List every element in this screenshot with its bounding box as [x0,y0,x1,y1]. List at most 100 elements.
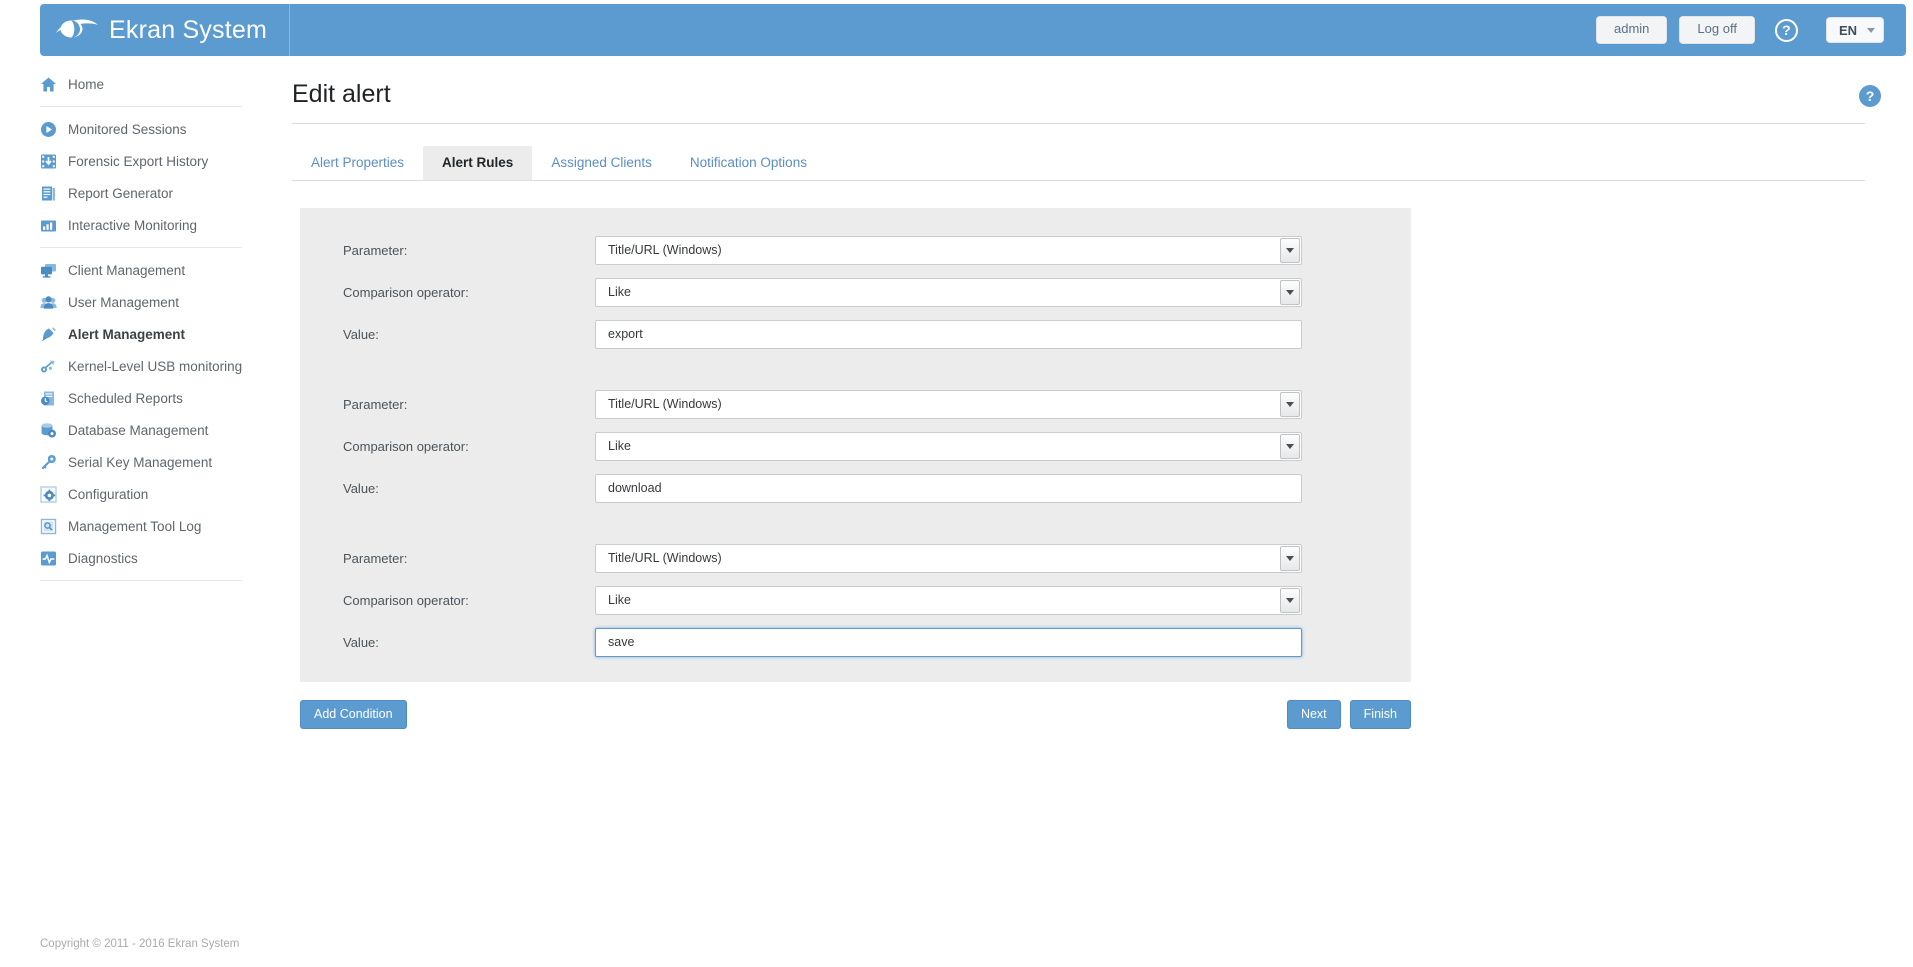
gear-icon [40,485,57,503]
page-help-icon[interactable]: ? [1859,85,1881,107]
sidebar-divider [40,247,242,248]
sidebar-item-label: Serial Key Management [68,454,213,470]
chevron-down-icon[interactable] [1280,433,1300,459]
footer-copyright: Copyright © 2011 - 2016 Ekran System [40,938,240,950]
operator-select[interactable]: Like [595,585,1302,615]
chevron-down-icon[interactable] [1280,279,1300,305]
wizard-buttons: Next Finish [1286,700,1411,729]
diagnostics-icon [41,551,56,565]
sidebar-item-label: Configuration [68,486,149,502]
tab-assigned-clients[interactable]: Assigned Clients [532,146,671,180]
chevron-down-icon[interactable] [1280,587,1300,613]
sidebar-item-label: Report Generator [68,185,174,201]
eye-icon [56,19,98,38]
key-icon [41,454,56,469]
value-input[interactable] [595,319,1302,349]
sidebar-item-label: Client Management [68,262,186,278]
sidebar-item-label: Database Management [68,422,209,438]
database-gear-icon [41,422,56,438]
value-label: Value: [343,634,379,650]
logoff-button[interactable]: Log off [1679,16,1755,44]
users-icon [40,295,57,309]
sidebar-item-forensic-export-history[interactable]: Forensic Export History [0,145,252,177]
sidebar-item-scheduled-reports[interactable]: Scheduled Reports [0,382,252,414]
alert-bell-icon [41,326,56,342]
main-content: Edit alert ? Alert Properties Alert Rule… [252,68,1913,729]
finish-button[interactable]: Finish [1349,700,1411,729]
sidebar-item-label: Diagnostics [68,550,138,566]
sidebar-item-monitored-sessions[interactable]: Monitored Sessions [0,113,252,145]
sidebar-item-client-management[interactable]: Client Management [0,254,252,286]
parameter-select[interactable]: Title/URL (Windows) [595,389,1302,419]
condition-block: Parameter: Title/URL (Windows) Compariso… [300,542,1411,658]
help-icon[interactable]: ? [1774,18,1798,42]
chevron-down-icon [1867,27,1875,33]
sidebar-item-database-management[interactable]: Database Management [0,414,252,446]
tab-bar: Alert Properties Alert Rules Assigned Cl… [292,146,1913,180]
parameter-row: Parameter: Title/URL (Windows) [300,234,1411,266]
parameter-row: Parameter: Title/URL (Windows) [300,388,1411,420]
chevron-down-icon[interactable] [1280,391,1300,417]
user-button[interactable]: admin [1595,16,1668,44]
parameter-select-value: Title/URL (Windows) [608,551,722,565]
operator-select-value: Like [608,285,631,299]
tabs-divider [292,180,1865,181]
sidebar-item-interactive-monitoring[interactable]: Interactive Monitoring [0,209,252,241]
operator-row: Comparison operator: Like [300,584,1411,616]
parameter-select[interactable]: Title/URL (Windows) [595,235,1302,265]
value-row: Value: [300,472,1411,504]
play-monitor-icon [41,121,56,137]
condition-block: Parameter: Title/URL (Windows) Compariso… [300,388,1411,504]
next-button[interactable]: Next [1286,700,1341,729]
chevron-down-icon[interactable] [1280,237,1300,263]
chevron-down-icon[interactable] [1280,545,1300,571]
sidebar-item-diagnostics[interactable]: Diagnostics [0,542,252,574]
value-label: Value: [343,326,379,342]
parameter-row: Parameter: Title/URL (Windows) [300,542,1411,574]
sidebar-item-label: Management Tool Log [68,518,202,534]
sidebar-group-monitoring: Monitored Sessions Forensic Export Histo… [0,113,252,241]
sidebar-item-home[interactable]: Home [0,68,252,100]
brand-name: Ekran System [109,15,268,44]
sidebar-divider [40,106,242,107]
operator-row: Comparison operator: Like [300,430,1411,462]
sidebar-item-label: Alert Management [68,326,186,342]
sidebar-item-kernel-level-usb-monitoring[interactable]: Kernel-Level USB monitoring [0,350,252,382]
add-condition-button[interactable]: Add Condition [300,700,407,729]
sidebar: Home Monitored Sessions Forensic Export [0,68,252,587]
condition-block: Parameter: Title/URL (Windows) Compariso… [300,234,1411,350]
operator-select[interactable]: Like [595,277,1302,307]
home-icon [41,77,56,91]
sidebar-group-primary: Home [0,68,252,100]
sidebar-item-label: User Management [68,294,180,310]
sidebar-item-report-generator[interactable]: Report Generator [0,177,252,209]
parameter-select[interactable]: Title/URL (Windows) [595,543,1302,573]
parameter-label: Parameter: [343,242,408,258]
tab-alert-properties[interactable]: Alert Properties [292,146,423,180]
value-row: Value: [300,318,1411,350]
sidebar-item-label: Kernel-Level USB monitoring [68,358,243,374]
operator-select[interactable]: Like [595,431,1302,461]
value-label: Value: [343,480,379,496]
sidebar-item-configuration[interactable]: Configuration [0,478,252,510]
sidebar-item-label: Monitored Sessions [68,121,187,137]
value-input[interactable] [595,473,1302,503]
report-icon [42,186,55,200]
operator-label: Comparison operator: [343,592,469,608]
alert-rules-panel: Parameter: Title/URL (Windows) Compariso… [300,208,1411,682]
sidebar-item-user-management[interactable]: User Management [0,286,252,318]
sidebar-item-alert-management[interactable]: Alert Management [0,318,252,350]
app-header: Ekran System admin Log off ? EN [40,4,1906,56]
monitor-icon [41,263,56,278]
parameter-label: Parameter: [343,550,408,566]
sidebar-item-label: Interactive Monitoring [68,217,198,233]
tab-alert-rules[interactable]: Alert Rules [423,146,533,180]
parameter-select-value: Title/URL (Windows) [608,397,722,411]
sidebar-divider [40,580,242,581]
tab-notification-options[interactable]: Notification Options [671,146,826,180]
operator-label: Comparison operator: [343,438,469,454]
language-select[interactable]: EN [1825,17,1884,43]
sidebar-item-serial-key-management[interactable]: Serial Key Management [0,446,252,478]
value-input[interactable] [595,627,1302,657]
sidebar-item-management-tool-log[interactable]: Management Tool Log [0,510,252,542]
